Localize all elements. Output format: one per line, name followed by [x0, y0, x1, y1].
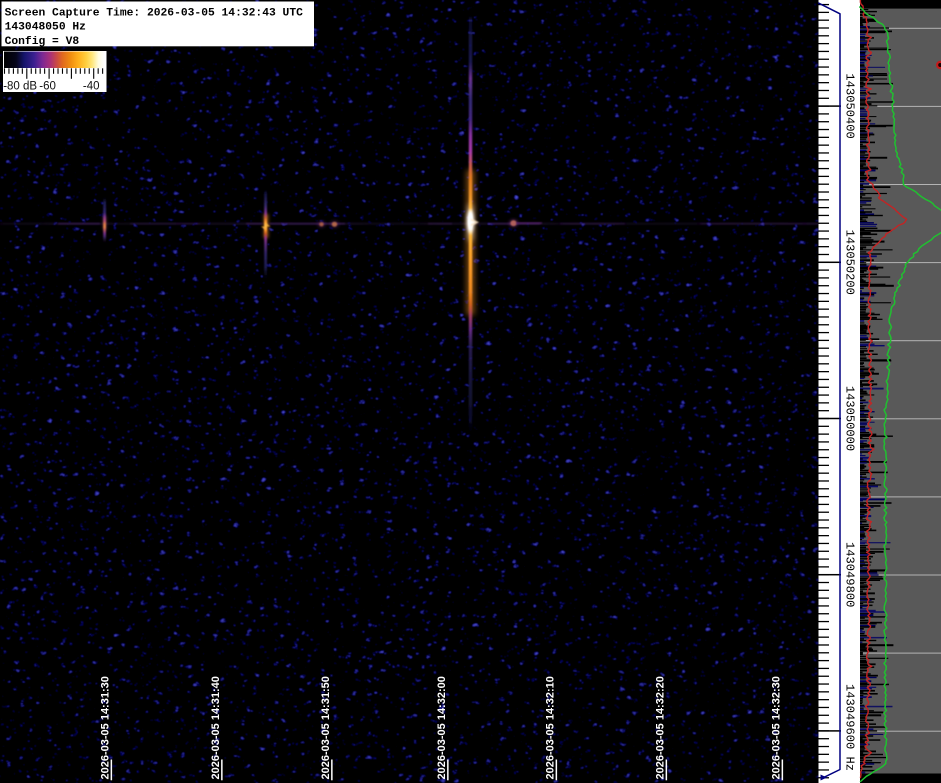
svg-text:143050000: 143050000 [842, 386, 856, 451]
svg-text:-40: -40 [83, 81, 100, 93]
svg-text:2026-03-05 14:31:50: 2026-03-05 14:31:50 [320, 676, 332, 779]
svg-text:143050400: 143050400 [842, 73, 856, 138]
svg-text:2026-03-05 14:31:40: 2026-03-05 14:31:40 [210, 676, 222, 779]
svg-text:2026-03-05 14:31:30: 2026-03-05 14:31:30 [99, 676, 111, 779]
svg-text:-80 dB: -80 dB [3, 81, 37, 93]
svg-text:2026-03-05 14:32:00: 2026-03-05 14:32:00 [436, 676, 448, 779]
svg-text:Config = V8: Config = V8 [5, 36, 80, 48]
svg-text:143049600 Hz: 143049600 Hz [842, 684, 856, 771]
svg-text:143050200: 143050200 [842, 230, 856, 295]
svg-text:-60: -60 [39, 81, 56, 93]
svg-text:2026-03-05 14:32:10: 2026-03-05 14:32:10 [544, 676, 556, 779]
svg-text:2026-03-05 14:32:20: 2026-03-05 14:32:20 [654, 676, 666, 779]
svg-text:Screen Capture Time: 2026-03-0: Screen Capture Time: 2026-03-05 14:32:43… [5, 7, 304, 19]
svg-text:2026-03-05 14:32:30: 2026-03-05 14:32:30 [770, 676, 782, 779]
svg-text:143049800: 143049800 [842, 542, 856, 607]
svg-text:143048050 Hz: 143048050 Hz [5, 22, 86, 34]
